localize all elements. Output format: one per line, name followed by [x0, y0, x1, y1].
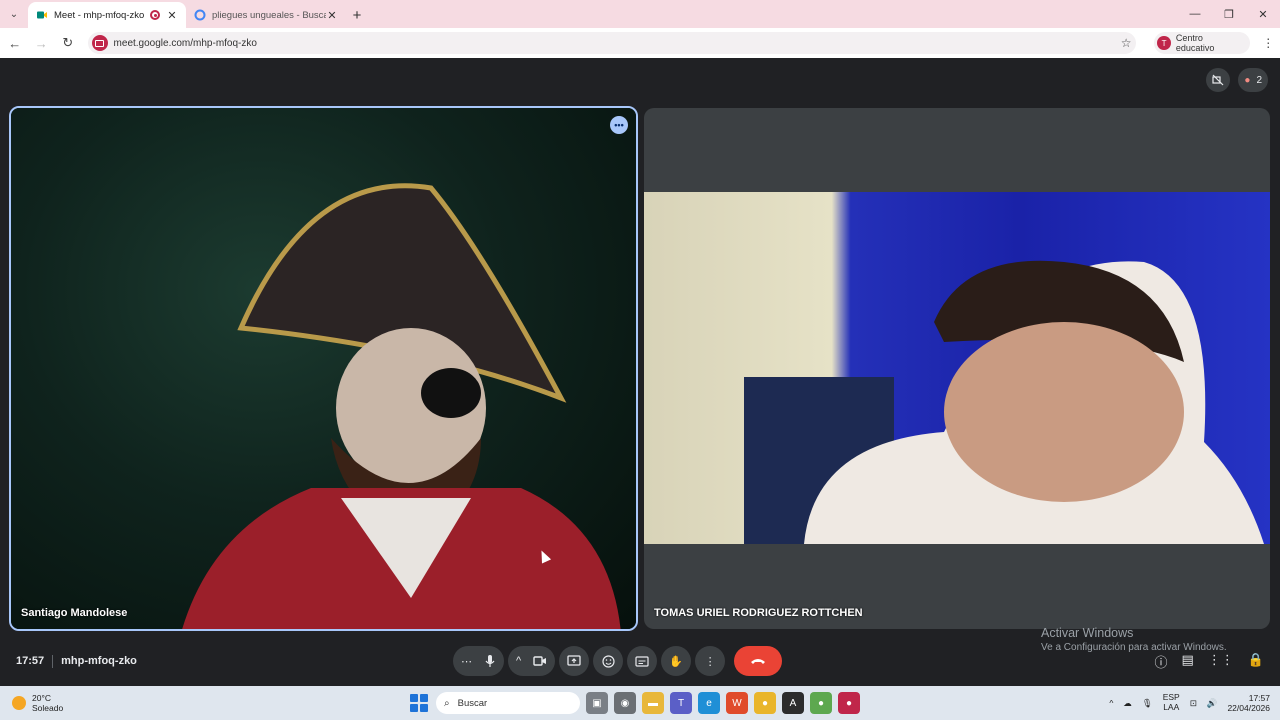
taskbar-search[interactable]: ⌕ Buscar	[436, 692, 580, 714]
new-tab-button[interactable]: +	[346, 2, 368, 28]
temperature: 20°C	[32, 693, 51, 703]
participant-count: 2	[1256, 74, 1262, 86]
more-audio-options-icon[interactable]: ⋯	[461, 655, 472, 668]
clock-time: 17:57	[1248, 692, 1270, 703]
bookmark-star-icon[interactable]: ☆	[1116, 36, 1136, 50]
back-arrow-icon[interactable]: ←	[3, 31, 27, 55]
onedrive-cloud-icon[interactable]: ☁	[1123, 698, 1132, 709]
tab-google-search[interactable]: pliegues ungueales - Buscar con Google ✕	[186, 2, 346, 28]
browser-menu-icon[interactable]: ⋮	[1256, 36, 1280, 50]
restore-icon[interactable]: ❐	[1212, 0, 1246, 28]
host-controls-lock-icon[interactable]: 🔒	[1248, 652, 1264, 671]
recording-indicator-icon	[150, 10, 160, 20]
present-screen-icon	[567, 655, 581, 666]
search-placeholder: Buscar	[457, 697, 488, 709]
chrome-active-icon[interactable]: ●	[838, 692, 860, 714]
url-text: meet.google.com/mhp-mfoq-zko	[113, 37, 257, 49]
present-screen-button[interactable]	[559, 646, 590, 676]
meeting-info-icon[interactable]: ⓘ	[1155, 652, 1168, 671]
address-bar[interactable]: meet.google.com/mhp-mfoq-zko ☆	[87, 32, 1137, 54]
windows-taskbar: 20°C Soleado ⌕ Buscar ▣ ◉ ▬ T e W ● A ● …	[0, 686, 1280, 720]
task-view-icon[interactable]: ▣	[586, 692, 608, 714]
brave-icon[interactable]: W	[726, 692, 748, 714]
meet-stage: ● 2 ••• Santiago Mandolese TOMAS URIEL R…	[0, 58, 1280, 686]
windows-start-icon[interactable]	[408, 692, 430, 714]
forward-arrow-icon[interactable]: →	[30, 31, 54, 55]
meeting-time: 17:57	[16, 655, 45, 667]
participant-tile-santiago[interactable]: ••• Santiago Mandolese	[9, 106, 638, 631]
network-icon[interactable]: ⊡	[1190, 698, 1197, 709]
tab-title: pliegues ungueales - Buscar con Google	[212, 9, 326, 21]
hand-icon: ✋	[669, 655, 684, 668]
chat-icon[interactable]: ▤	[1182, 652, 1194, 671]
weather-widget[interactable]: 20°C Soleado	[12, 693, 63, 713]
system-tray: ^ ☁ 🎙 ESP LAA ⊡ 🔊 17:57 22/04/2026	[1109, 692, 1270, 713]
audio-control-group: ⋯	[453, 646, 504, 676]
chrome-profile-icon[interactable]: ●	[810, 692, 832, 714]
room-video	[744, 260, 1264, 544]
meet-control-bar: 17:57 mhp-mfoq-zko ⋯ ^ ✋ ⋮ ⓘ ▤ ⋮⋮ 🔒	[0, 646, 1280, 676]
clock-date: 22/04/2026	[1227, 703, 1270, 713]
site-info-icon[interactable]	[91, 35, 108, 51]
system-clock[interactable]: 17:57 22/04/2026	[1227, 693, 1270, 713]
watermark-title: Activar Windows	[1041, 626, 1134, 640]
participant-name: Santiago Mandolese	[21, 607, 128, 619]
more-options-button[interactable]: ⋮	[695, 646, 726, 676]
camera-off-icon[interactable]	[1206, 68, 1231, 92]
captions-button[interactable]	[627, 646, 658, 676]
app-icon[interactable]: ◉	[614, 692, 636, 714]
keyboard-layout: LAA	[1163, 702, 1180, 712]
volume-icon[interactable]: 🔊	[1207, 698, 1218, 709]
minimize-icon[interactable]: —	[1178, 0, 1212, 28]
more-vert-icon: ⋮	[704, 655, 716, 668]
raise-hand-button[interactable]: ✋	[661, 646, 692, 676]
tile-options-icon[interactable]: •••	[610, 116, 628, 134]
captions-icon	[635, 655, 649, 667]
hang-up-icon	[751, 659, 766, 664]
avatar: T	[1157, 36, 1171, 50]
camera-icon[interactable]	[533, 655, 547, 667]
search-icon: ⌕	[444, 697, 450, 709]
teams-icon[interactable]: T	[670, 692, 692, 714]
tab-title: Meet - mhp-mfoq-zko	[54, 9, 144, 21]
browser-toolbar: ← → ↻ meet.google.com/mhp-mfoq-zko ☆ T C…	[0, 28, 1280, 58]
video-control-group: ^	[508, 646, 556, 676]
meeting-code: mhp-mfoq-zko	[61, 655, 137, 667]
tab-search-chevron-icon[interactable]: ⌄	[0, 0, 28, 28]
microphone-icon[interactable]	[484, 654, 496, 668]
chrome-icon[interactable]: ●	[754, 692, 776, 714]
emoji-icon	[602, 654, 615, 668]
profile-label: Centro educativo	[1175, 33, 1215, 53]
weather-condition: Soleado	[32, 703, 64, 713]
language-indicator[interactable]: ESP LAA	[1163, 692, 1180, 713]
video-feed	[644, 192, 1270, 544]
participants-icon: ●	[1244, 74, 1251, 86]
microphone-tray-icon[interactable]: 🎙	[1142, 698, 1153, 709]
close-window-icon[interactable]: ✕	[1246, 0, 1280, 28]
meet-favicon-icon	[37, 11, 47, 19]
participants-button[interactable]: ● 2	[1238, 68, 1268, 92]
tab-meet[interactable]: Meet - mhp-mfoq-zko ✕	[28, 2, 186, 28]
reload-icon[interactable]: ↻	[56, 31, 80, 55]
divider	[52, 654, 54, 668]
show-hidden-icons-icon[interactable]: ^	[1109, 698, 1113, 708]
activities-grid-icon[interactable]: ⋮⋮	[1208, 652, 1234, 671]
file-explorer-icon[interactable]: ▬	[642, 692, 664, 714]
adobe-icon[interactable]: A	[782, 692, 804, 714]
leave-call-button[interactable]	[734, 646, 783, 676]
sun-icon	[12, 696, 26, 710]
participant-name: TOMAS URIEL RODRIGUEZ ROTTCHEN	[654, 607, 863, 619]
camera-options-chevron-icon[interactable]: ^	[516, 655, 521, 667]
participant-tile-tomas[interactable]: TOMAS URIEL RODRIGUEZ ROTTCHEN	[644, 108, 1270, 629]
close-tab-icon[interactable]: ✕	[326, 9, 338, 22]
profile-button[interactable]: T Centro educativo	[1154, 32, 1251, 54]
browser-tab-strip: ⌄ Meet - mhp-mfoq-zko ✕ pliegues ungueal…	[0, 0, 1280, 28]
reactions-button[interactable]	[593, 646, 624, 676]
google-favicon-icon	[194, 9, 206, 21]
edge-icon[interactable]: e	[698, 692, 720, 714]
close-tab-icon[interactable]: ✕	[166, 9, 178, 22]
